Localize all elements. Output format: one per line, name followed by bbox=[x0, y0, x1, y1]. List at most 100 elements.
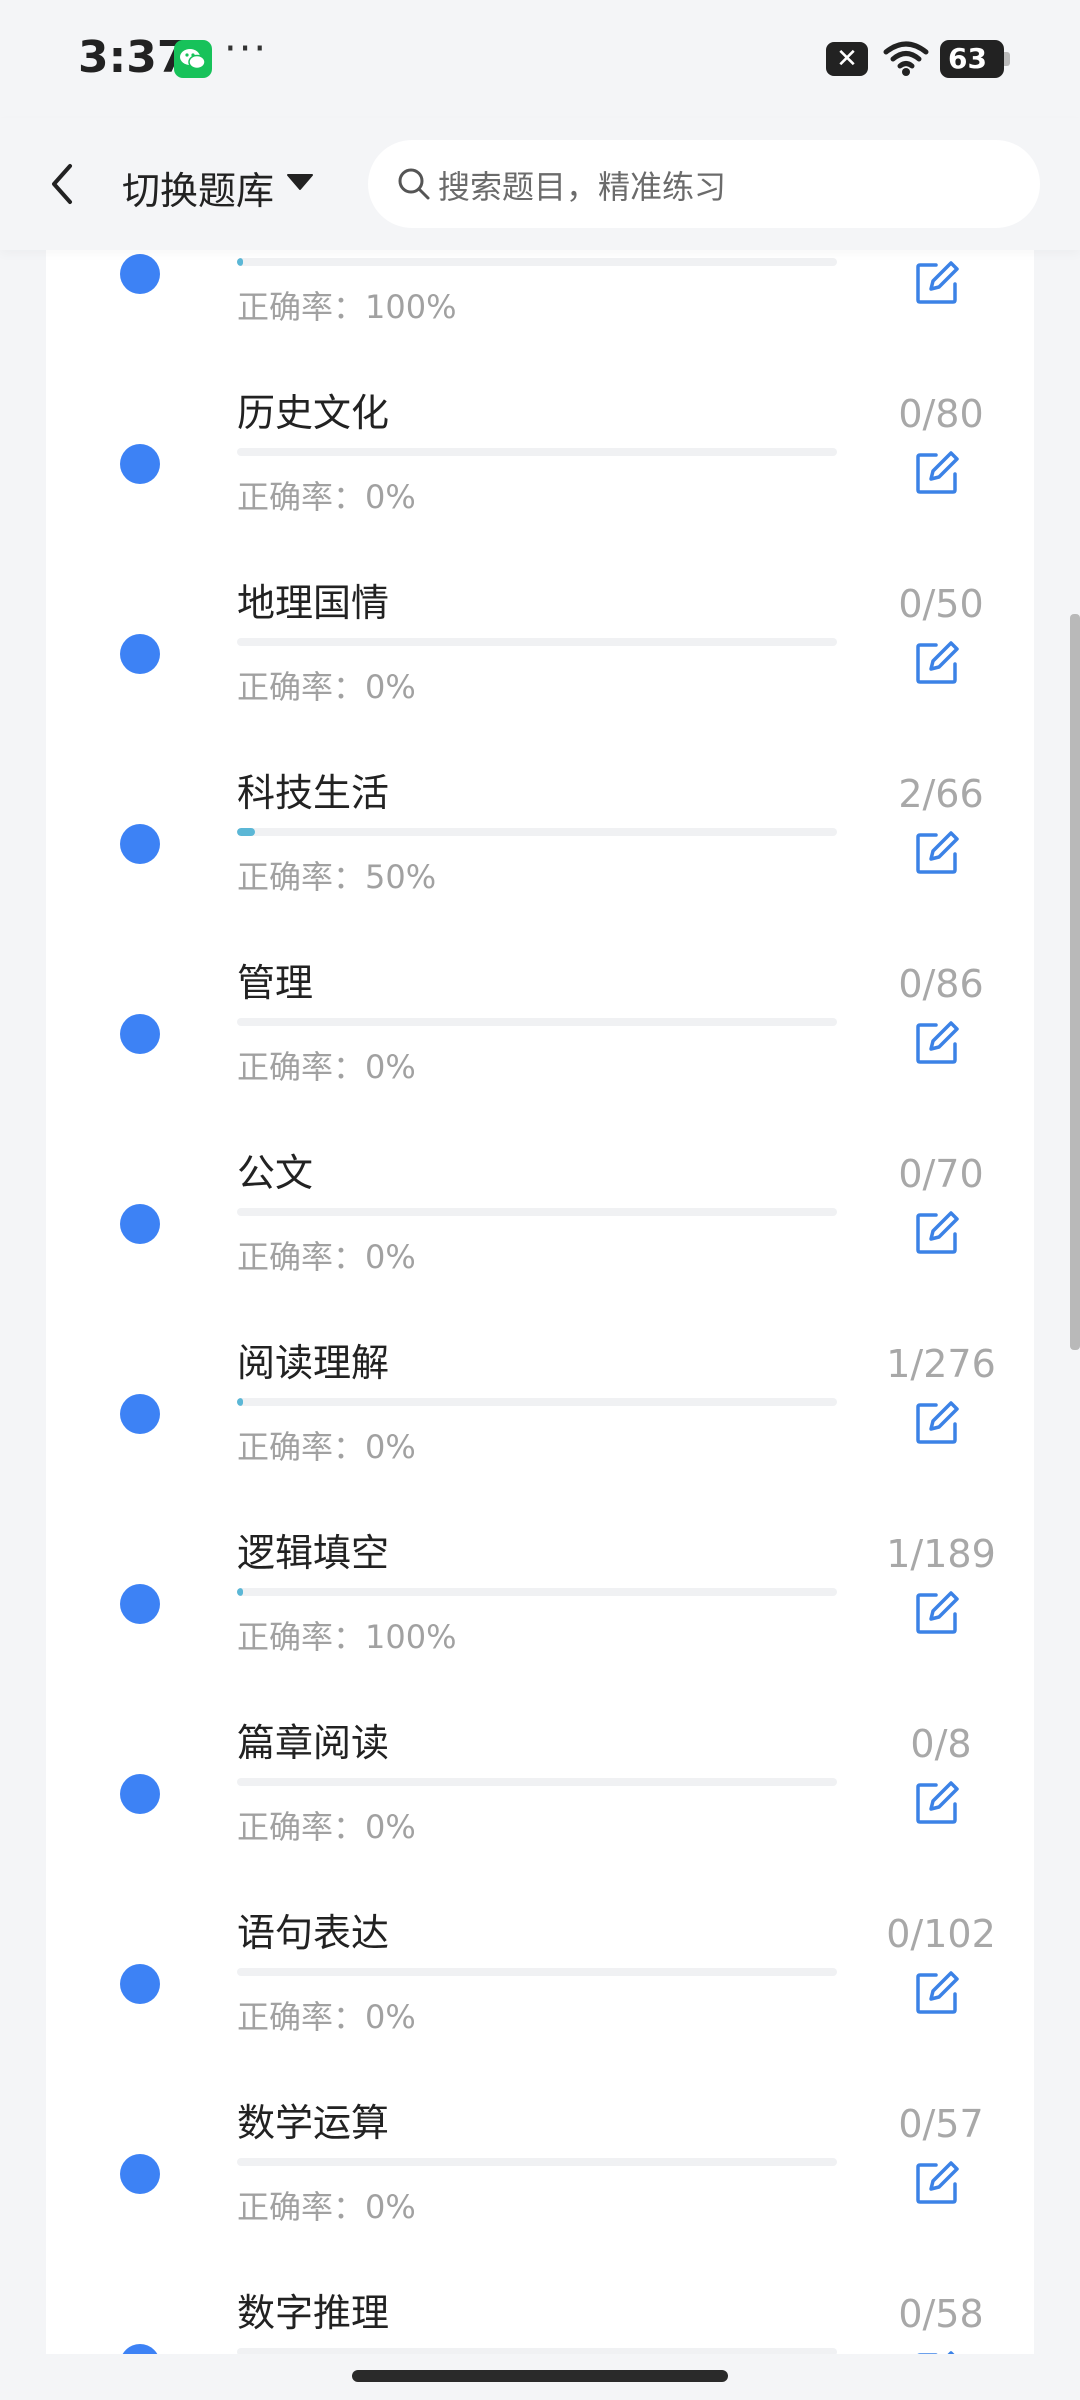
accuracy-value: 0% bbox=[365, 1238, 416, 1276]
progress-count: 0/102 bbox=[886, 1912, 996, 1956]
accuracy-text: 正确率：0% bbox=[237, 1422, 416, 1468]
accuracy-text: 正确率：0% bbox=[237, 1802, 416, 1848]
progress-bar bbox=[237, 1208, 837, 1216]
category-title: 历史文化 bbox=[237, 391, 390, 435]
progress-count: 0/70 bbox=[898, 1152, 984, 1196]
progress-count: 0/50 bbox=[898, 582, 984, 626]
status-dot bbox=[120, 824, 160, 864]
status-dot bbox=[120, 444, 160, 484]
edit-practice-icon[interactable] bbox=[914, 260, 960, 306]
progress-bar bbox=[237, 1588, 837, 1596]
category-title: 语句表达 bbox=[237, 1911, 390, 1955]
wifi-icon bbox=[882, 38, 930, 78]
accuracy-value: 100% bbox=[365, 1618, 457, 1656]
progress-count: 1/276 bbox=[886, 1342, 996, 1386]
accuracy-value: 0% bbox=[365, 1808, 416, 1846]
list-item[interactable]: 阅读理解正确率：0% 1/276 bbox=[46, 1316, 1034, 1506]
accuracy-value: 0% bbox=[365, 1428, 416, 1466]
edit-practice-icon[interactable] bbox=[914, 2160, 960, 2206]
status-dot bbox=[120, 1394, 160, 1434]
back-arrow-icon[interactable] bbox=[40, 158, 84, 210]
progress-count: 0/58 bbox=[898, 2292, 984, 2336]
accuracy-text: 正确率：0% bbox=[237, 1992, 416, 2038]
progress-bar bbox=[237, 1968, 837, 1976]
progress-bar bbox=[237, 258, 837, 266]
progress-bar bbox=[237, 448, 837, 456]
list-item[interactable]: 正确率：100%1/197 bbox=[46, 250, 1034, 366]
progress-bar bbox=[237, 2348, 837, 2354]
list-item[interactable]: 逻辑填空 正确率：100% 1/189 bbox=[46, 1506, 1034, 1696]
status-bar: 3:37 ··· ✕ 63 bbox=[0, 0, 1080, 118]
list-item[interactable]: 地理国情 正确率：0% 0/50 bbox=[46, 556, 1034, 746]
progress-fill bbox=[237, 1398, 243, 1406]
accuracy-label: 正确率： bbox=[237, 478, 366, 516]
status-dot bbox=[120, 1584, 160, 1624]
accuracy-label: 正确率： bbox=[237, 1808, 366, 1846]
caret-down-icon[interactable] bbox=[286, 172, 314, 192]
accuracy-label: 正确率： bbox=[237, 288, 366, 326]
list-item[interactable]: 数学运算 正确率：0% 0/57 bbox=[46, 2076, 1034, 2266]
scrollbar[interactable] bbox=[1070, 614, 1080, 1350]
progress-fill bbox=[237, 258, 243, 266]
progress-count: 2/66 bbox=[898, 772, 984, 816]
accuracy-text: 正确率：100% bbox=[237, 282, 457, 328]
progress-bar bbox=[237, 1778, 837, 1786]
progress-bar bbox=[237, 828, 837, 836]
list-item[interactable]: 语句表达正确率：0% 0/102 bbox=[46, 1886, 1034, 2076]
category-list: 正确率：100%1/197历史文化正确率：0%0/80地理国情正确率：0%0/5… bbox=[46, 250, 1034, 2354]
status-time: 3:37 bbox=[78, 32, 188, 83]
accuracy-text: 正确率：50% bbox=[237, 852, 436, 898]
accuracy-text: 正确率：0% bbox=[237, 472, 416, 518]
category-title: 阅读理解 bbox=[237, 1341, 390, 1385]
edit-practice-icon[interactable] bbox=[914, 1970, 960, 2016]
progress-count: 1/189 bbox=[886, 1532, 996, 1576]
progress-bar bbox=[237, 1018, 837, 1026]
progress-bar bbox=[237, 2158, 837, 2166]
accuracy-label: 正确率： bbox=[237, 858, 366, 896]
home-indicator[interactable] bbox=[352, 2370, 728, 2382]
status-dot bbox=[120, 2344, 160, 2354]
list-item[interactable]: 历史文化 正确率：0% 0/80 bbox=[46, 366, 1034, 556]
list-item[interactable]: 数字推理 0/58 bbox=[46, 2266, 1034, 2354]
status-dot bbox=[120, 1204, 160, 1244]
edit-practice-icon[interactable] bbox=[914, 640, 960, 686]
edit-practice-icon[interactable] bbox=[914, 2350, 960, 2354]
accuracy-value: 100% bbox=[365, 288, 457, 326]
search-placeholder: 搜索题目，精准练习 bbox=[438, 168, 727, 206]
accuracy-text: 正确率：0% bbox=[237, 662, 416, 708]
accuracy-value: 0% bbox=[365, 1048, 416, 1086]
edit-practice-icon[interactable] bbox=[914, 1020, 960, 1066]
edit-practice-icon[interactable] bbox=[914, 1780, 960, 1826]
accuracy-value: 0% bbox=[365, 478, 416, 516]
list-item[interactable]: 管理 正确率：0% 0/86 bbox=[46, 936, 1034, 1126]
category-title: 数学运算 bbox=[237, 2101, 390, 2145]
more-notifications-icon: ··· bbox=[224, 26, 269, 72]
battery-indicator: 63 bbox=[940, 40, 1010, 78]
accuracy-value: 0% bbox=[365, 1998, 416, 2036]
switch-question-bank-button[interactable]: 切换题库 bbox=[122, 160, 274, 215]
accuracy-label: 正确率： bbox=[237, 1998, 366, 2036]
accuracy-value: 0% bbox=[365, 2188, 416, 2226]
edit-practice-icon[interactable] bbox=[914, 450, 960, 496]
list-item[interactable]: 公文 正确率：0% 0/70 bbox=[46, 1126, 1034, 1316]
status-dot bbox=[120, 1774, 160, 1814]
search-input[interactable]: 搜索题目，精准练习 bbox=[368, 140, 1040, 228]
list-item[interactable]: 篇章阅读正确率：0% 0/8 bbox=[46, 1696, 1034, 1886]
progress-bar bbox=[237, 1398, 837, 1406]
edit-practice-icon[interactable] bbox=[914, 1590, 960, 1636]
accuracy-value: 0% bbox=[365, 668, 416, 706]
list-item[interactable]: 科技生活正确率：50% 2/66 bbox=[46, 746, 1034, 936]
close-app-icon: ✕ bbox=[826, 42, 868, 76]
status-dot bbox=[120, 254, 160, 294]
edit-practice-icon[interactable] bbox=[914, 830, 960, 876]
edit-practice-icon[interactable] bbox=[914, 1400, 960, 1446]
accuracy-label: 正确率： bbox=[237, 1428, 366, 1466]
edit-practice-icon[interactable] bbox=[914, 1210, 960, 1256]
accuracy-label: 正确率： bbox=[237, 1048, 366, 1086]
accuracy-label: 正确率： bbox=[237, 2188, 366, 2226]
category-title: 数字推理 bbox=[237, 2291, 390, 2335]
progress-count: 0/8 bbox=[910, 1722, 972, 1766]
category-title: 篇章阅读 bbox=[237, 1721, 390, 1765]
category-title: 科技生活 bbox=[237, 771, 390, 815]
category-title: 逻辑填空 bbox=[237, 1531, 390, 1575]
